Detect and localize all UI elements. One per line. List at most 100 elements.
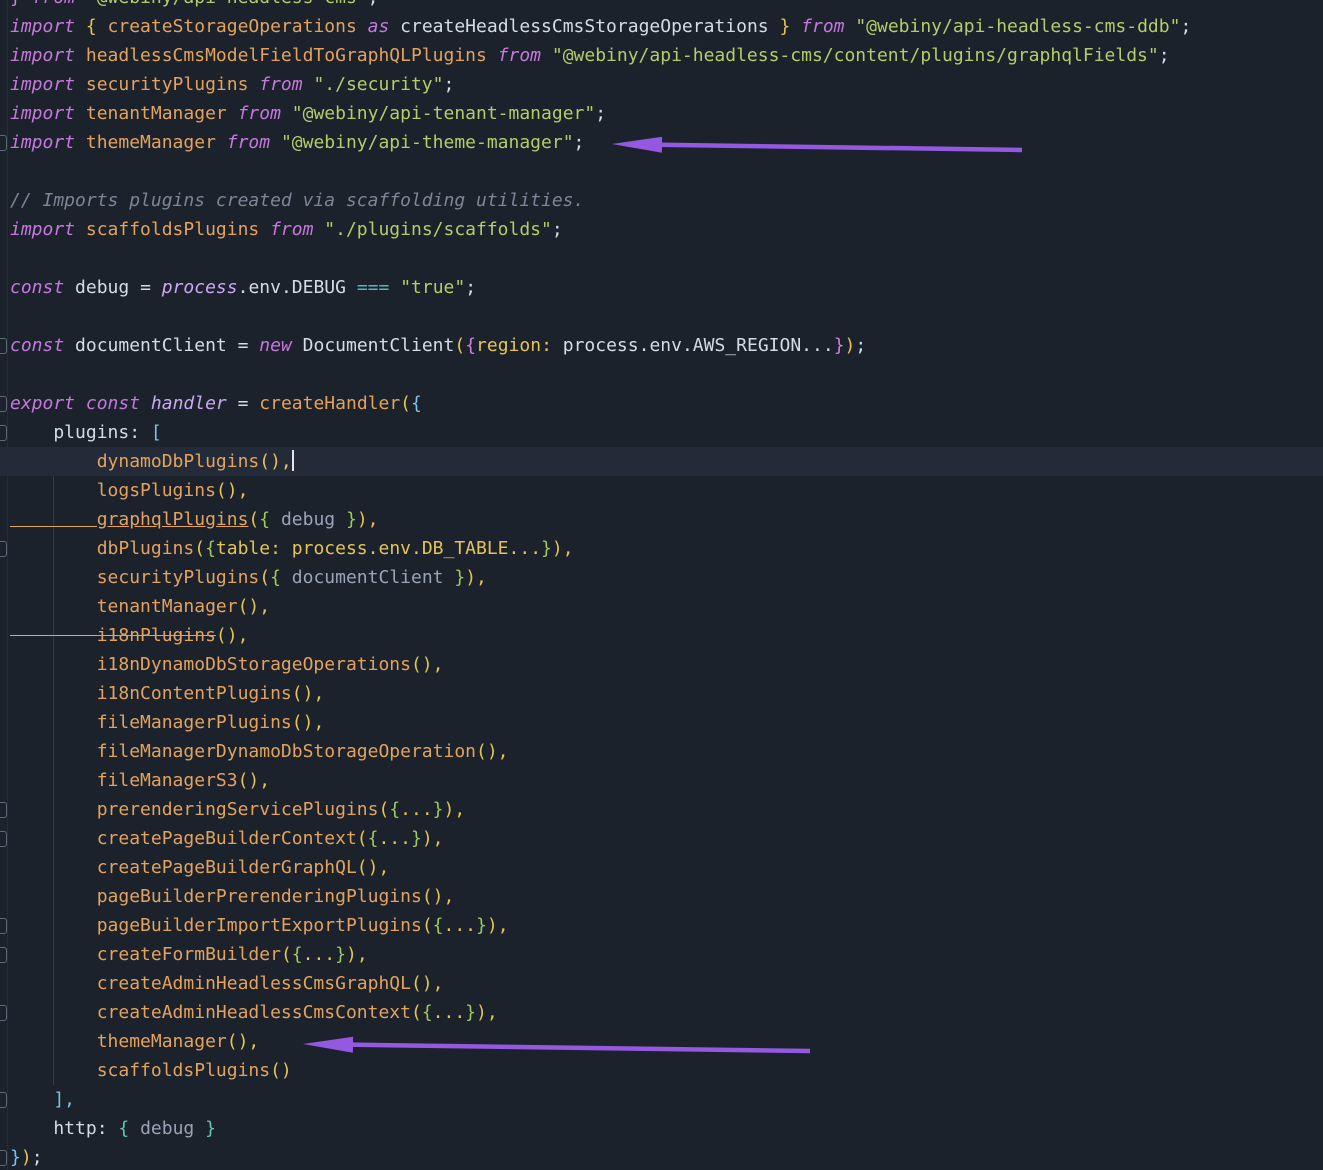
code-token: ), [346, 944, 368, 965]
code-line[interactable]: import tenantManager from "@webiny/api-t… [0, 99, 1323, 128]
fold-indicator-icon[interactable] [0, 918, 7, 934]
code-token: logsPlugins [10, 480, 216, 501]
fold-indicator-icon[interactable] [0, 541, 7, 557]
code-line[interactable]: createPageBuilderGraphQL(), [0, 853, 1323, 882]
code-line[interactable] [0, 360, 1323, 389]
code-token: themeManager [86, 132, 227, 153]
fold-indicator-icon[interactable] [0, 831, 7, 847]
code-line[interactable]: } from "@webiny/api-headless-cms"; [0, 0, 1323, 12]
code-token: securityPlugins [10, 567, 259, 588]
code-line[interactable]: http: { debug } [0, 1114, 1323, 1143]
code-token: = [238, 335, 260, 356]
fold-indicator-icon[interactable] [0, 1092, 7, 1108]
code-token: ; [552, 219, 563, 240]
code-line[interactable]: const debug = process.env.DEBUG === "tru… [0, 273, 1323, 302]
code-token: // Imports plugins created via scaffoldi… [10, 190, 584, 211]
code-line[interactable]: tenantManager(), [0, 592, 1323, 621]
code-line[interactable]: securityPlugins({ documentClient }), [0, 563, 1323, 592]
code-token: from [498, 45, 552, 66]
code-line[interactable]: fileManagerPlugins(), [0, 708, 1323, 737]
code-line[interactable]: prerenderingServicePlugins({...}), [0, 795, 1323, 824]
code-token: ( [454, 335, 465, 356]
code-token: ( [281, 944, 292, 965]
fold-indicator-icon[interactable] [0, 1150, 7, 1166]
fold-indicator-icon[interactable] [0, 802, 7, 818]
code-line[interactable]: pageBuilderPrerenderingPlugins(), [0, 882, 1323, 911]
code-token: region: [476, 335, 563, 356]
code-line[interactable] [0, 157, 1323, 186]
code-token: (), [292, 712, 325, 733]
code-token: ), [476, 1002, 498, 1023]
code-token: } [476, 915, 487, 936]
code-line[interactable]: ], [0, 1085, 1323, 1114]
code-area[interactable]: } from "@webiny/api-headless-cms";import… [0, 0, 1323, 1170]
code-token: scaffoldsPlugins [10, 1060, 270, 1081]
code-line[interactable]: createFormBuilder({...}), [0, 940, 1323, 969]
code-editor[interactable]: } from "@webiny/api-headless-cms";import… [0, 0, 1323, 1170]
fold-indicator-icon[interactable] [0, 396, 7, 412]
fold-indicator-icon[interactable] [0, 947, 7, 963]
code-line[interactable]: i18nContentPlugins(), [0, 679, 1323, 708]
code-token: { [270, 567, 292, 588]
code-token: ; [1159, 45, 1170, 66]
code-token: (), [422, 886, 455, 907]
code-token: } [541, 538, 552, 559]
code-line[interactable]: scaffoldsPlugins() [0, 1056, 1323, 1085]
code-token: from [227, 132, 281, 153]
code-token: process.env.AWS_REGION... [563, 335, 834, 356]
code-token: ; [368, 0, 379, 8]
code-token: } [779, 16, 801, 37]
code-token: from [259, 74, 313, 95]
code-line[interactable]: import themeManager from "@webiny/api-th… [0, 128, 1323, 157]
code-token: ... [433, 1002, 466, 1023]
code-token: "true" [400, 277, 465, 298]
code-line[interactable]: i18nPlugins(), [0, 621, 1323, 650]
code-line[interactable]: }); [0, 1143, 1323, 1170]
code-line[interactable]: const documentClient = new DocumentClien… [0, 331, 1323, 360]
code-line[interactable]: // Imports plugins created via scaffoldi… [0, 186, 1323, 215]
code-token: } [335, 944, 346, 965]
fold-indicator-icon[interactable] [0, 338, 7, 354]
code-token: { [422, 1002, 433, 1023]
code-line[interactable]: dbPlugins({table: process.env.DB_TABLE..… [0, 534, 1323, 563]
code-token: { [368, 828, 379, 849]
code-token: (), [216, 480, 249, 501]
fold-indicator-icon[interactable] [0, 1005, 7, 1021]
code-line[interactable]: fileManagerS3(), [0, 766, 1323, 795]
code-line[interactable]: dynamoDbPlugins(), [0, 447, 1323, 476]
code-line[interactable]: import scaffoldsPlugins from "./plugins/… [0, 215, 1323, 244]
code-token: { [205, 538, 216, 559]
code-token: ; [595, 103, 606, 124]
code-token: ) [845, 335, 856, 356]
code-token: process [162, 277, 238, 298]
code-token: ), [487, 915, 509, 936]
code-token: ; [855, 335, 866, 356]
code-token: ( [411, 1002, 422, 1023]
code-line[interactable]: plugins: [ [0, 418, 1323, 447]
code-token: (), [411, 654, 444, 675]
code-line[interactable]: logsPlugins(), [0, 476, 1323, 505]
fold-indicator-icon[interactable] [0, 135, 7, 151]
code-line[interactable]: import headlessCmsModelFieldToGraphQLPlu… [0, 41, 1323, 70]
code-token: (), [238, 770, 271, 791]
code-token: ), [465, 567, 487, 588]
code-line[interactable]: fileManagerDynamoDbStorageOperation(), [0, 737, 1323, 766]
code-line[interactable]: export const handler = createHandler({ [0, 389, 1323, 418]
code-line[interactable]: createPageBuilderContext({...}), [0, 824, 1323, 853]
code-line[interactable]: graphqlPlugins({ debug }), [0, 505, 1323, 534]
code-token: = [140, 277, 162, 298]
code-token: pageBuilderImportExportPlugins [10, 915, 422, 936]
code-line[interactable] [0, 244, 1323, 273]
fold-indicator-icon[interactable] [0, 425, 7, 441]
code-line[interactable]: import securityPlugins from "./security"… [0, 70, 1323, 99]
code-line[interactable]: createAdminHeadlessCmsGraphQL(), [0, 969, 1323, 998]
code-line[interactable]: themeManager(), [0, 1027, 1323, 1056]
code-token: = [238, 393, 260, 414]
code-line[interactable]: createAdminHeadlessCmsContext({...}), [0, 998, 1323, 1027]
code-line[interactable]: i18nDynamoDbStorageOperations(), [0, 650, 1323, 679]
code-line[interactable] [0, 302, 1323, 331]
code-line[interactable]: import { createStorageOperations as crea… [0, 12, 1323, 41]
code-token: ( [357, 828, 368, 849]
code-token: ; [443, 74, 454, 95]
code-line[interactable]: pageBuilderImportExportPlugins({...}), [0, 911, 1323, 940]
